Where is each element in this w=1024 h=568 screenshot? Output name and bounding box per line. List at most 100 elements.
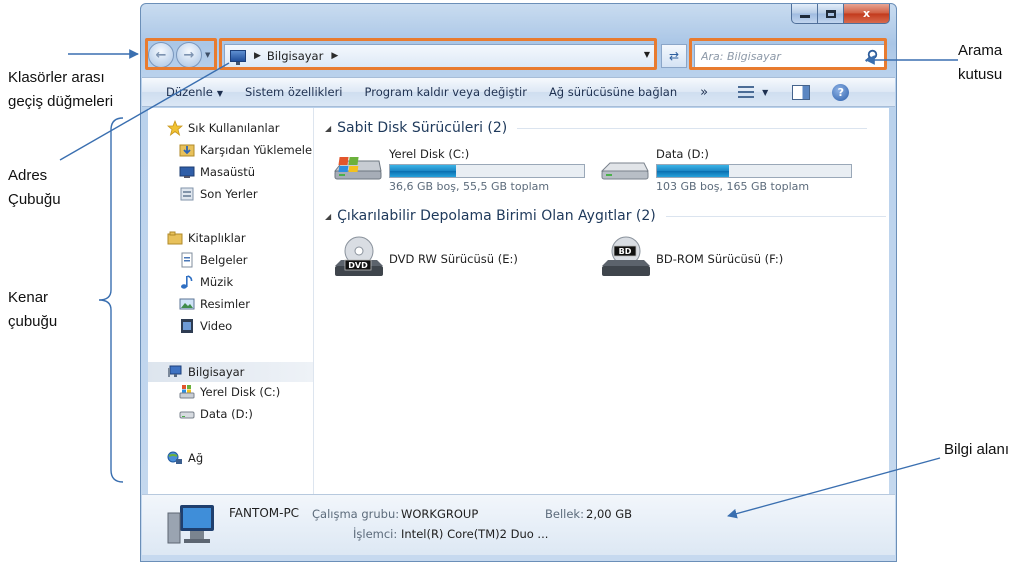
sidebar-item-data-d[interactable]: Data (D:) bbox=[179, 406, 253, 422]
video-icon bbox=[181, 319, 193, 333]
processor-value: Intel(R) Core(TM)2 Duo ... bbox=[401, 527, 549, 541]
drive-usage-fill bbox=[657, 165, 729, 177]
sidebar-network[interactable]: Ağ bbox=[167, 450, 203, 466]
preview-pane-icon[interactable] bbox=[792, 84, 811, 100]
recent-places-icon bbox=[180, 187, 194, 201]
drive-free-space: 103 GB boş, 165 GB toplam bbox=[656, 180, 810, 193]
help-icon[interactable]: ? bbox=[832, 83, 850, 101]
drive-name: DVD RW Sürücüsü (E:) bbox=[389, 252, 518, 266]
annotation-line: çubuğu bbox=[8, 313, 58, 330]
drive-name: Yerel Disk (C:) bbox=[389, 147, 470, 161]
sidebar-item-label: Resimler bbox=[200, 297, 250, 311]
address-bar-highlight bbox=[219, 38, 657, 70]
downloads-folder-icon bbox=[179, 144, 195, 157]
drive-item-f[interactable]: BD BD-ROM Sürücüsü (F:) bbox=[600, 234, 783, 280]
sidebar-item-documents[interactable]: Belgeler bbox=[179, 252, 248, 268]
memory-label: Bellek: bbox=[545, 507, 584, 521]
group-header-hard-disks[interactable]: ◢ Sabit Disk Sürücüleri (2) bbox=[325, 120, 868, 136]
hard-drive-icon bbox=[600, 162, 649, 180]
group-header-removable[interactable]: ◢ Çıkarılabilir Depolama Birimi Olan Ayg… bbox=[325, 208, 886, 224]
workgroup-value: WORKGROUP bbox=[401, 507, 479, 521]
drive-usage-bar bbox=[389, 164, 585, 178]
music-note-icon bbox=[181, 275, 193, 289]
minimize-button[interactable] bbox=[791, 4, 818, 24]
annotation-nav-buttons: Klasörler arası geçiş düğmeleri bbox=[8, 66, 113, 114]
organize-button[interactable]: Düzenle ▼ bbox=[142, 85, 234, 99]
windows-drive-icon bbox=[333, 157, 382, 180]
drive-item-e[interactable]: DVD DVD RW Sürücüsü (E:) bbox=[333, 234, 518, 280]
sidebar-network-label: Ağ bbox=[188, 451, 204, 465]
libraries-icon bbox=[167, 231, 183, 245]
computer-name: FANTOM-PC bbox=[229, 506, 300, 520]
documents-icon bbox=[181, 252, 193, 268]
drive-free-space: 36,6 GB boş, 55,5 GB toplam bbox=[389, 180, 550, 193]
sidebar-favorites[interactable]: Sık Kullanılanlar bbox=[167, 120, 280, 136]
minimize-icon bbox=[799, 15, 810, 18]
drive-usage-bar bbox=[656, 164, 852, 178]
annotation-line: kutusu bbox=[958, 66, 1003, 83]
sidebar-item-label: Son Yerler bbox=[200, 187, 258, 201]
workgroup-label: Çalışma grubu: bbox=[312, 507, 400, 521]
command-bar: Düzenle ▼ Sistem özellikleri Program kald… bbox=[142, 77, 895, 107]
sidebar-item-desktop[interactable]: Masaüstü bbox=[179, 164, 255, 180]
sidebar-item-local-disk-c[interactable]: Yerel Disk (C:) bbox=[179, 384, 280, 400]
drive-item-d[interactable]: Data (D:) 103 GB boş, 165 GB toplam bbox=[600, 147, 852, 193]
svg-text:BD: BD bbox=[619, 247, 632, 256]
explorer-window: x ← → ▼ ▶ Bilgisayar ▶ ▼ ⇄ Düzenle▼ Sist… bbox=[140, 3, 897, 562]
refresh-button[interactable]: ⇄ bbox=[661, 44, 687, 68]
sidebar-item-pictures[interactable]: Resimler bbox=[179, 296, 250, 312]
sidebar-item-downloads[interactable]: Karşıdan Yüklemeler bbox=[179, 142, 314, 158]
search-box-highlight bbox=[689, 38, 887, 70]
hard-drive-icon bbox=[179, 411, 195, 419]
sidebar-item-label: Yerel Disk (C:) bbox=[200, 385, 281, 399]
refresh-icon: ⇄ bbox=[668, 49, 680, 63]
collapse-icon: ◢ bbox=[325, 123, 332, 133]
star-icon bbox=[167, 120, 183, 136]
maximize-icon bbox=[825, 9, 836, 18]
sidebar-item-music[interactable]: Müzik bbox=[179, 274, 233, 290]
organize-dropdown-icon: ▼ bbox=[216, 89, 223, 98]
network-icon bbox=[167, 451, 182, 464]
drive-item-c[interactable]: Yerel Disk (C:) 36,6 GB boş, 55,5 GB top… bbox=[333, 147, 585, 193]
annotation-line: geçiş düğmeleri bbox=[8, 93, 114, 110]
sidebar-item-label: Karşıdan Yüklemeler bbox=[200, 143, 314, 157]
collapse-icon: ◢ bbox=[325, 211, 332, 221]
group-header-label: Sabit Disk Sürücüleri (2) bbox=[337, 120, 508, 136]
maximize-button[interactable] bbox=[818, 4, 844, 24]
group-header-label: Çıkarılabilir Depolama Birimi Olan Aygıt… bbox=[337, 208, 656, 224]
navigation-pane[interactable]: Sık Kullanılanlar Karşıdan Yüklemeler Ma… bbox=[148, 108, 314, 494]
memory-value: 2,00 GB bbox=[586, 507, 633, 521]
sidebar-item-videos[interactable]: Video bbox=[179, 318, 232, 334]
close-icon: x bbox=[862, 7, 871, 20]
more-commands-button[interactable]: » bbox=[688, 85, 722, 100]
view-dropdown-icon[interactable]: ▼ bbox=[762, 88, 768, 97]
drive-name: BD-ROM Sürücüsü (F:) bbox=[656, 252, 784, 266]
annotation-search-box: Arama kutusu bbox=[958, 39, 1002, 87]
desktop-icon bbox=[179, 166, 195, 178]
map-network-drive-button[interactable]: Ağ sürücüsüne bağlan bbox=[538, 85, 688, 99]
sidebar-libraries[interactable]: Kitaplıklar bbox=[167, 230, 246, 246]
sidebar-item-label: Masaüstü bbox=[200, 165, 256, 179]
svg-text:DVD: DVD bbox=[348, 261, 368, 270]
sidebar-item-label: Müzik bbox=[200, 275, 234, 289]
drive-name: Data (D:) bbox=[656, 147, 709, 161]
nav-buttons-highlight bbox=[145, 38, 217, 70]
processor-label: İşlemci: bbox=[353, 527, 398, 541]
group-divider bbox=[517, 127, 868, 129]
caption-buttons: x bbox=[791, 4, 890, 24]
close-button[interactable]: x bbox=[844, 4, 890, 24]
dvd-drive-icon: DVD bbox=[335, 236, 383, 276]
annotation-sidebar: Kenar çubuğu bbox=[8, 286, 57, 334]
change-view-button[interactable]: ▼ bbox=[738, 85, 768, 99]
sidebar-item-recent-places[interactable]: Son Yerler bbox=[179, 186, 258, 202]
sidebar-computer[interactable]: Bilgisayar bbox=[148, 362, 313, 382]
details-view-icon bbox=[738, 85, 755, 99]
sidebar-item-label: Data (D:) bbox=[200, 407, 253, 421]
annotation-line: Çubuğu bbox=[8, 191, 61, 208]
system-properties-button[interactable]: Sistem özellikleri bbox=[234, 85, 354, 99]
sidebar-computer-label: Bilgisayar bbox=[188, 365, 245, 379]
sidebar-item-label: Video bbox=[200, 319, 233, 333]
uninstall-program-button[interactable]: Program kaldır veya değiştir bbox=[354, 85, 538, 99]
details-pane: FANTOM-PC Çalışma grubu: WORKGROUP Belle… bbox=[142, 494, 895, 555]
annotation-line: Klasörler arası bbox=[8, 69, 105, 86]
